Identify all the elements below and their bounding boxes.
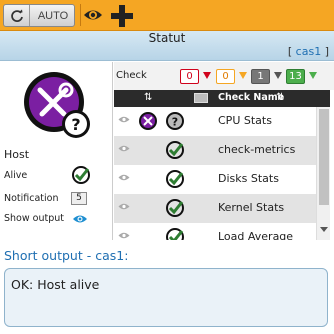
eye-icon[interactable] xyxy=(118,231,130,240)
refresh-button[interactable] xyxy=(4,5,30,26)
table-row[interactable]: Load Average xyxy=(114,223,316,240)
page-title: Statut xyxy=(148,31,186,45)
checks-table-header: ⇅ Check Name ⇅ xyxy=(114,90,330,107)
notification-count-badge: 5 xyxy=(71,192,87,205)
short-output-box: OK: Host alive xyxy=(4,268,328,327)
eye-icon[interactable] xyxy=(118,115,130,124)
check-ok-icon xyxy=(166,141,184,159)
show-output-label: Show output xyxy=(4,213,64,224)
output-preview-icon xyxy=(194,93,208,103)
table-scrollbar[interactable] xyxy=(316,107,330,240)
check-name[interactable]: CPU Stats xyxy=(218,114,272,127)
unknown-status-icon: ? xyxy=(166,112,184,130)
refresh-group: AUTO xyxy=(3,4,75,27)
table-row[interactable]: check-metrics xyxy=(114,136,316,165)
filter-icon[interactable] xyxy=(203,72,211,79)
short-output-title: Short output - cas1: xyxy=(4,248,129,263)
critical-count-filter[interactable]: 0 xyxy=(180,69,199,84)
top-toolbar: AUTO xyxy=(0,0,334,31)
check-name[interactable]: Load Average xyxy=(218,230,293,240)
check-filter-bar: Check 0 0 1 13 xyxy=(114,62,334,90)
host-breadcrumb: [ cas1 ] xyxy=(288,45,329,58)
svg-text:?: ? xyxy=(172,116,178,129)
unknown-count-filter[interactable]: 1 xyxy=(251,69,270,84)
table-row[interactable]: Disks Stats xyxy=(114,165,316,194)
ok-count-filter[interactable]: 13 xyxy=(286,69,305,84)
check-name[interactable]: Disks Stats xyxy=(218,172,279,185)
check-ok-icon xyxy=(166,199,184,217)
scroll-down-icon[interactable] xyxy=(320,227,328,232)
checks-table-body: ? CPU Stats check-metrics Disks Stats Ke… xyxy=(114,107,316,240)
eye-icon[interactable] xyxy=(118,144,130,153)
eye-icon[interactable] xyxy=(118,202,130,211)
host-panel: ? Host Alive Notification 5 Show output xyxy=(0,62,113,240)
svg-text:?: ? xyxy=(71,115,80,134)
filter-icon[interactable] xyxy=(239,72,247,79)
filter-icon[interactable] xyxy=(309,72,317,79)
alive-label: Alive xyxy=(4,170,28,181)
sort-status-icon[interactable]: ⇅ xyxy=(144,92,152,103)
add-icon[interactable] xyxy=(109,3,135,29)
table-row[interactable]: ? CPU Stats xyxy=(114,107,316,136)
warning-count-filter[interactable]: 0 xyxy=(216,69,235,84)
bracket-open: [ xyxy=(287,45,293,58)
eye-icon[interactable] xyxy=(83,5,103,25)
notification-label: Notification xyxy=(4,193,59,204)
bracket-close: ] xyxy=(324,45,329,58)
check-ok-icon xyxy=(72,166,90,184)
eye-icon[interactable] xyxy=(72,213,88,225)
refresh-icon xyxy=(10,9,23,22)
check-filter-label: Check xyxy=(116,70,147,81)
status-header: Statut [ cas1 ] xyxy=(0,31,334,61)
auto-refresh-toggle[interactable]: AUTO xyxy=(31,5,75,26)
check-name-column-header[interactable]: Check Name xyxy=(218,92,284,103)
host-link[interactable]: cas1 xyxy=(296,45,322,58)
check-name[interactable]: Kernel Stats xyxy=(218,201,284,214)
host-section-label: Host xyxy=(4,148,30,161)
check-ok-icon xyxy=(166,170,184,188)
table-row[interactable]: Kernel Stats xyxy=(114,194,316,223)
host-unknown-icon: ? xyxy=(24,72,90,138)
sort-name-icon[interactable]: ⇅ xyxy=(276,92,284,103)
check-name[interactable]: check-metrics xyxy=(218,143,295,156)
toolbar-divider xyxy=(80,4,81,26)
scrollbar-thumb[interactable] xyxy=(319,109,329,205)
check-ok-icon xyxy=(166,228,184,240)
filter-icon[interactable] xyxy=(274,72,282,79)
eye-icon[interactable] xyxy=(118,173,130,182)
tools-icon xyxy=(139,112,157,130)
